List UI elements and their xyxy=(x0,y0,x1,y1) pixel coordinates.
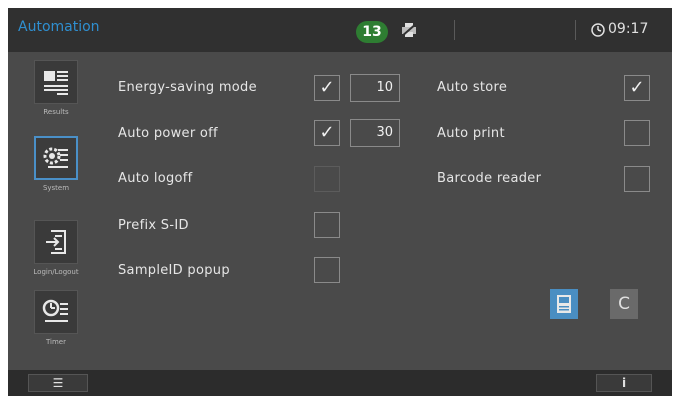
setting-label-auto-store: Auto store xyxy=(437,80,508,95)
sidebar-item-label: System xyxy=(42,184,70,192)
header-divider xyxy=(575,20,576,40)
login-logout-icon xyxy=(46,230,66,254)
auto-power-off-checkbox[interactable]: ✓ xyxy=(314,120,340,146)
sidebar-item-results[interactable]: Results xyxy=(26,60,86,126)
printer-disabled-icon[interactable] xyxy=(400,22,418,38)
clock-icon xyxy=(591,23,605,37)
menu-icon: ☰ xyxy=(52,376,64,390)
app-screen: Automation 13 09:17 Results System Login… xyxy=(8,8,672,396)
cancel-button[interactable]: C xyxy=(610,289,638,319)
sidebar-item-label: Timer xyxy=(45,338,66,346)
header-bar: Automation 13 09:17 xyxy=(8,8,672,52)
prefix-sid-checkbox[interactable] xyxy=(314,212,340,238)
setting-label-energy-saving: Energy-saving mode xyxy=(118,80,257,95)
setting-label-auto-logoff: Auto logoff xyxy=(118,171,193,186)
energy-saving-checkbox[interactable]: ✓ xyxy=(314,75,340,101)
setting-label-prefix-sid: Prefix S-ID xyxy=(118,218,189,233)
auto-print-checkbox[interactable] xyxy=(624,120,650,146)
auto-logoff-checkbox[interactable] xyxy=(314,166,340,192)
barcode-reader-checkbox[interactable] xyxy=(624,166,650,192)
page-title: Automation xyxy=(18,19,100,35)
timer-icon xyxy=(42,299,68,322)
menu-button[interactable]: ☰ xyxy=(28,374,88,392)
notification-badge[interactable]: 13 xyxy=(356,21,388,43)
auto-power-off-minutes-input[interactable]: 30 xyxy=(350,119,400,147)
setting-label-auto-print: Auto print xyxy=(437,126,505,141)
save-button[interactable] xyxy=(550,289,578,319)
sidebar-item-system[interactable]: System xyxy=(26,136,86,202)
sampleid-popup-checkbox[interactable] xyxy=(314,257,340,283)
clock-time: 09:17 xyxy=(608,21,649,37)
system-settings-icon xyxy=(43,147,68,168)
save-icon xyxy=(557,295,571,313)
info-button[interactable]: i xyxy=(596,374,652,392)
results-list-icon xyxy=(44,71,68,95)
setting-label-barcode-reader: Barcode reader xyxy=(437,171,542,186)
sidebar-item-label: Login/Logout xyxy=(33,268,79,276)
footer-bar: ☰ i xyxy=(8,370,672,396)
setting-label-auto-power-off: Auto power off xyxy=(118,126,218,141)
auto-store-checkbox[interactable]: ✓ xyxy=(624,75,650,101)
sidebar-item-timer[interactable]: Timer xyxy=(26,290,86,356)
energy-saving-minutes-input[interactable]: 10 xyxy=(350,74,400,102)
header-divider xyxy=(454,20,455,40)
sidebar-item-login-logout[interactable]: Login/Logout xyxy=(26,220,86,286)
sidebar-item-label: Results xyxy=(43,108,69,116)
setting-label-sampleid-popup: SampleID popup xyxy=(118,263,230,278)
